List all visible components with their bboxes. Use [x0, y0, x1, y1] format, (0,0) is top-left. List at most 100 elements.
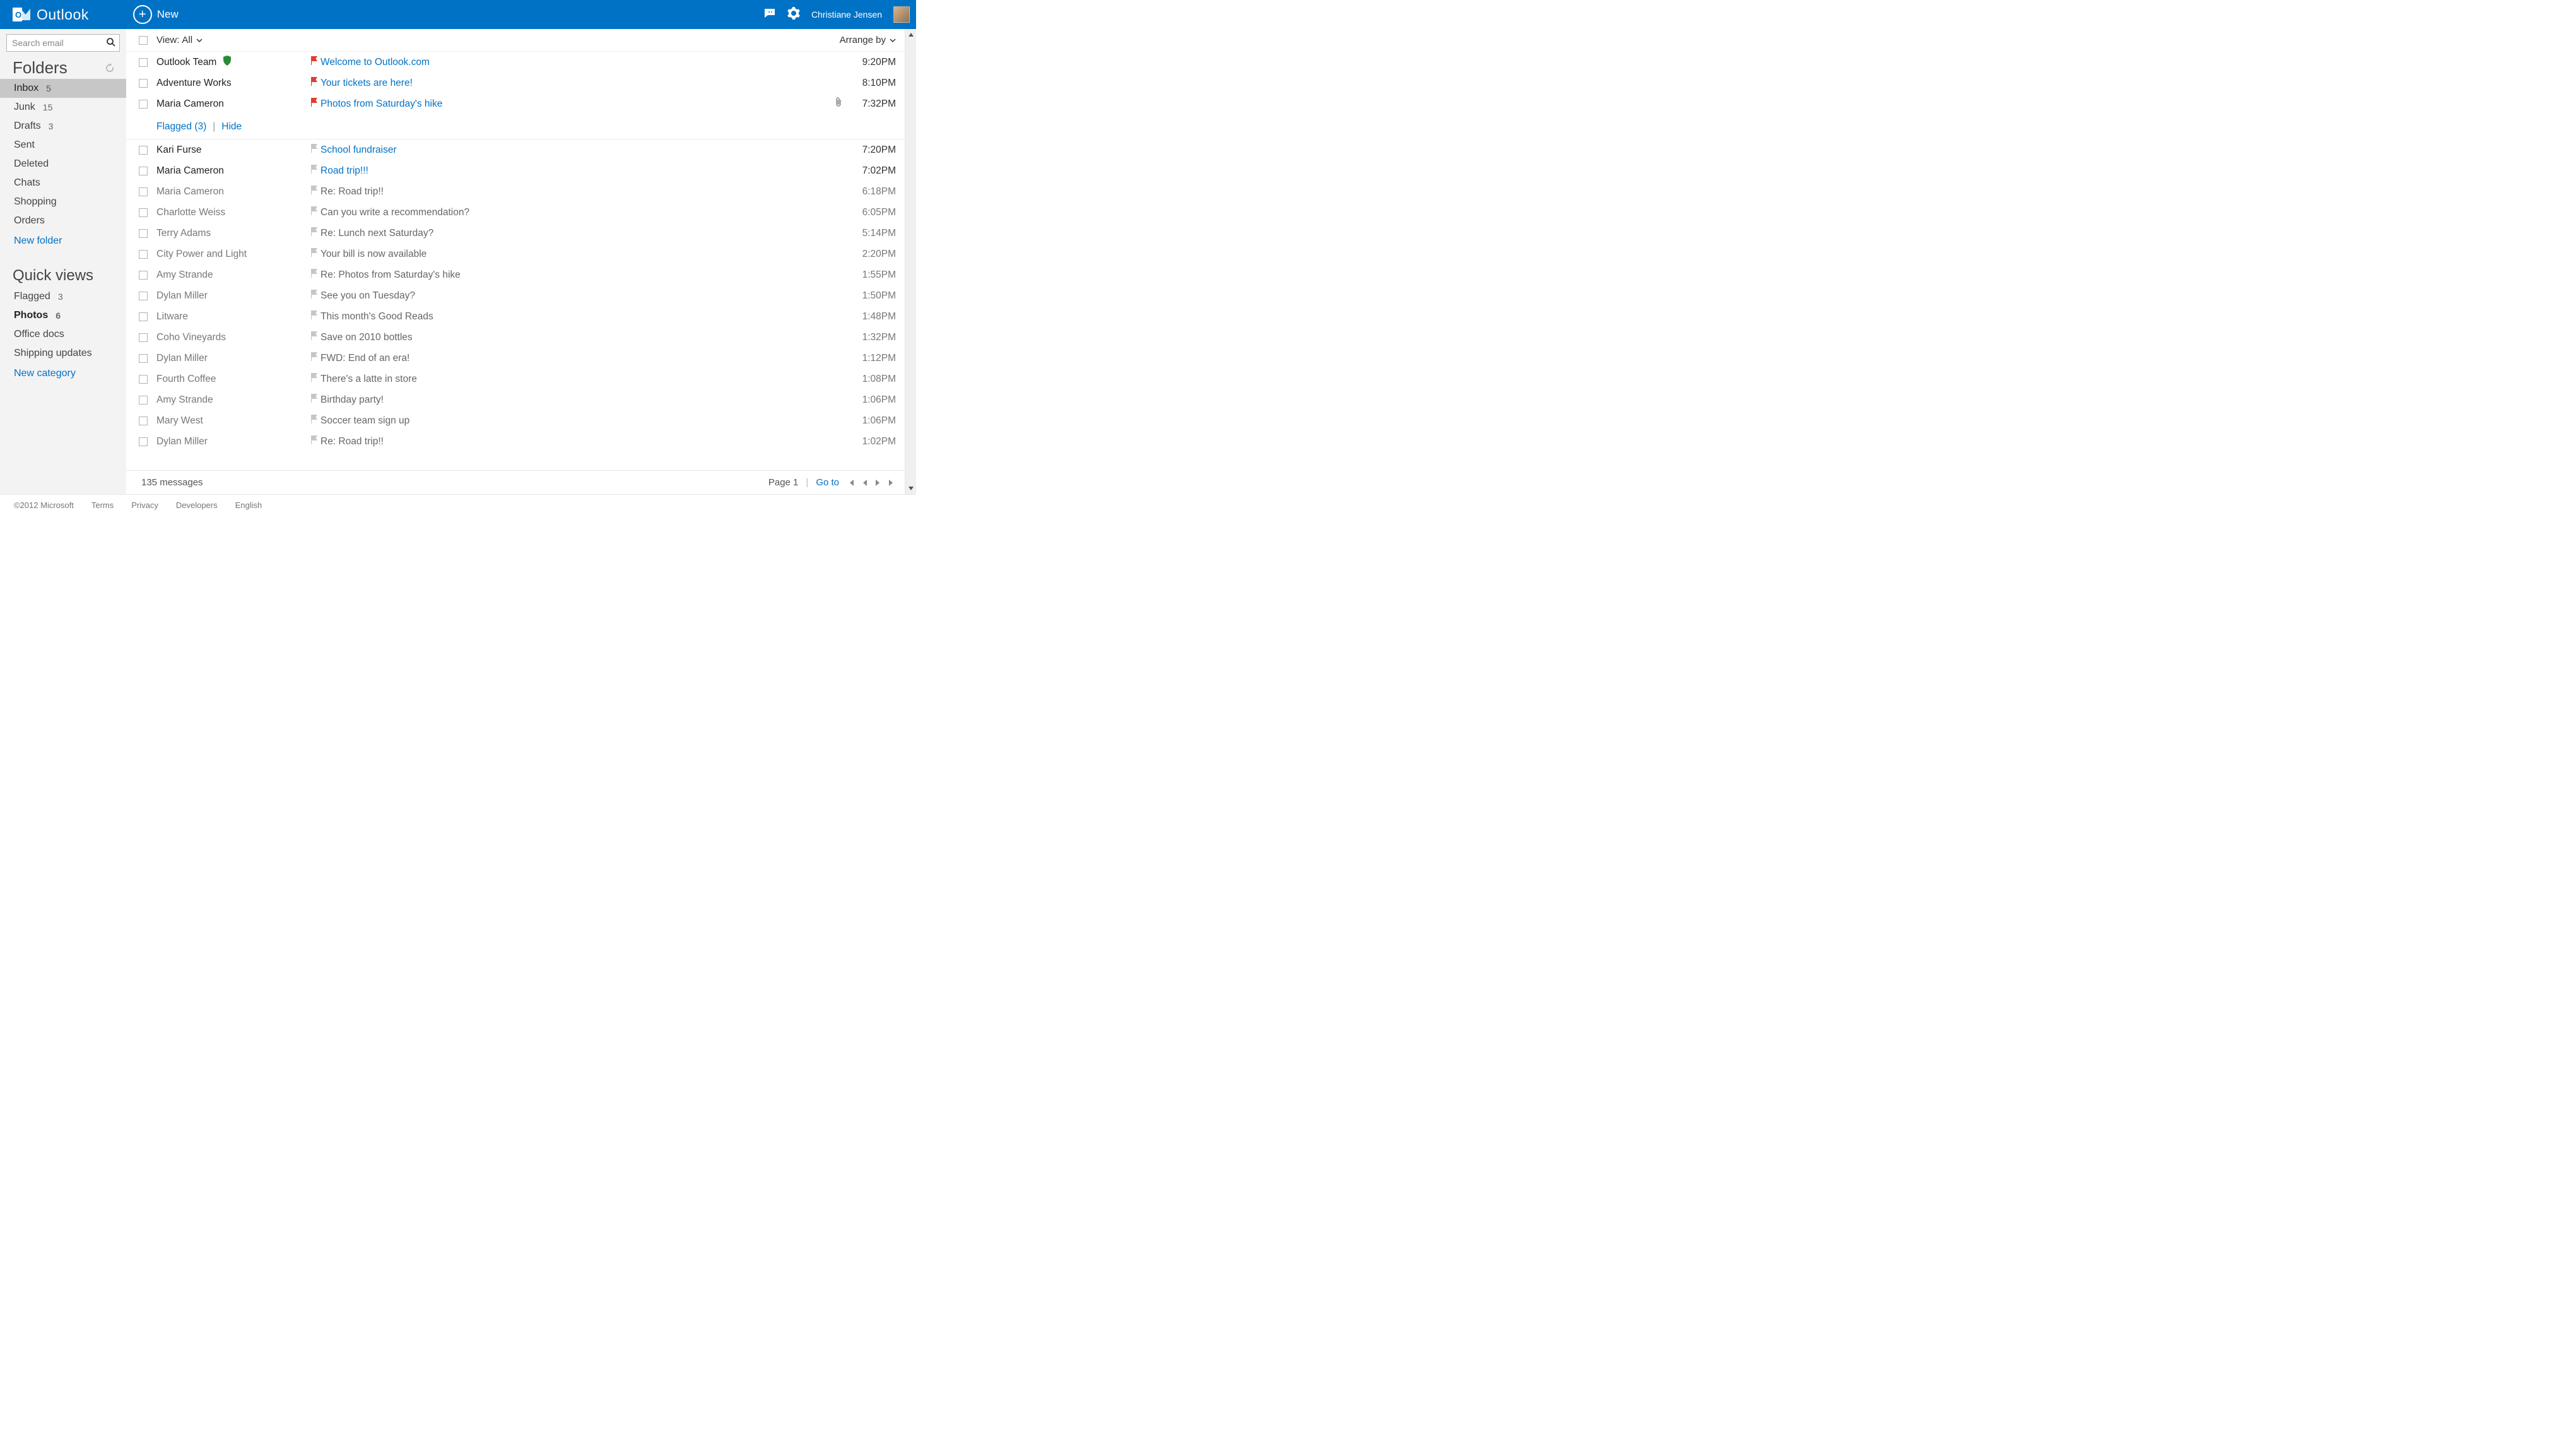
- message-checkbox[interactable]: [139, 312, 148, 321]
- flag-icon[interactable]: [310, 269, 318, 278]
- flag-icon[interactable]: [310, 310, 318, 319]
- gear-icon[interactable]: [787, 7, 800, 22]
- message-checkbox[interactable]: [139, 187, 148, 196]
- search-input[interactable]: [6, 34, 120, 52]
- message-flag[interactable]: [308, 415, 321, 427]
- message-checkbox[interactable]: [139, 292, 148, 300]
- flag-icon[interactable]: [310, 331, 318, 340]
- message-checkbox[interactable]: [139, 250, 148, 259]
- search-box[interactable]: [6, 34, 120, 52]
- message-checkbox[interactable]: [139, 167, 148, 175]
- message-checkbox[interactable]: [139, 229, 148, 238]
- flag-icon[interactable]: [310, 352, 318, 361]
- message-flag[interactable]: [308, 248, 321, 260]
- folder-item-orders[interactable]: Orders: [0, 211, 126, 230]
- scroll-up-icon[interactable]: [908, 32, 914, 38]
- message-flag[interactable]: [308, 144, 321, 156]
- new-folder-link[interactable]: New folder: [0, 230, 126, 252]
- folder-item-shopping[interactable]: Shopping: [0, 192, 126, 211]
- message-flag[interactable]: [308, 394, 321, 406]
- message-flag[interactable]: [308, 269, 321, 281]
- message-row[interactable]: Maria CameronRoad trip!!!7:02PM: [126, 160, 905, 181]
- refresh-icon[interactable]: [105, 63, 115, 73]
- message-checkbox[interactable]: [139, 417, 148, 425]
- message-flag[interactable]: [308, 310, 321, 322]
- message-flag[interactable]: [308, 77, 321, 89]
- message-checkbox[interactable]: [139, 100, 148, 109]
- message-flag[interactable]: [308, 352, 321, 364]
- message-row[interactable]: Maria CameronPhotos from Saturday's hike…: [126, 93, 905, 114]
- flag-icon[interactable]: [310, 186, 318, 194]
- footer-terms[interactable]: Terms: [91, 500, 114, 510]
- message-checkbox[interactable]: [139, 271, 148, 280]
- message-checkbox[interactable]: [139, 396, 148, 405]
- message-checkbox[interactable]: [139, 146, 148, 155]
- flag-icon[interactable]: [310, 373, 318, 382]
- message-row[interactable]: Amy StrandeBirthday party!1:06PM: [126, 389, 905, 410]
- folder-item-inbox[interactable]: Inbox5: [0, 79, 126, 98]
- page-last-icon[interactable]: [887, 478, 896, 487]
- page-next-icon[interactable]: [874, 478, 881, 487]
- flagged-group-link[interactable]: Flagged (3): [156, 121, 206, 133]
- flag-icon[interactable]: [310, 248, 318, 257]
- flag-icon[interactable]: [310, 98, 318, 107]
- page-first-icon[interactable]: [847, 478, 856, 487]
- scroll-down-icon[interactable]: [908, 485, 914, 492]
- message-row[interactable]: Charlotte WeissCan you write a recommend…: [126, 202, 905, 223]
- message-checkbox[interactable]: [139, 79, 148, 88]
- message-flag[interactable]: [308, 290, 321, 302]
- page-prev-icon[interactable]: [862, 478, 868, 487]
- view-filter[interactable]: All: [182, 35, 203, 45]
- hide-group-link[interactable]: Hide: [221, 121, 242, 133]
- message-checkbox[interactable]: [139, 208, 148, 217]
- flag-icon[interactable]: [310, 165, 318, 174]
- flag-icon[interactable]: [310, 56, 318, 65]
- avatar[interactable]: [893, 6, 910, 23]
- select-all-checkbox[interactable]: [139, 36, 148, 45]
- message-row[interactable]: Dylan MillerFWD: End of an era!1:12PM: [126, 348, 905, 369]
- quickview-item-shipping-updates[interactable]: Shipping updates: [0, 344, 126, 363]
- arrange-by[interactable]: Arrange by: [840, 35, 896, 45]
- flag-icon[interactable]: [310, 227, 318, 236]
- flag-icon[interactable]: [310, 394, 318, 403]
- message-row[interactable]: Maria CameronRe: Road trip!!6:18PM: [126, 181, 905, 202]
- logo[interactable]: O Outlook: [13, 6, 89, 23]
- message-flag[interactable]: [308, 373, 321, 385]
- quickview-item-flagged[interactable]: Flagged3: [0, 287, 126, 306]
- message-row[interactable]: Dylan MillerRe: Road trip!!1:02PM: [126, 431, 905, 452]
- message-flag[interactable]: [308, 227, 321, 239]
- new-button[interactable]: + New: [133, 5, 179, 24]
- folder-item-junk[interactable]: Junk15: [0, 98, 126, 117]
- flag-icon[interactable]: [310, 144, 318, 153]
- message-checkbox[interactable]: [139, 437, 148, 446]
- message-row[interactable]: Kari FurseSchool fundraiser7:20PM: [126, 139, 905, 160]
- message-checkbox[interactable]: [139, 375, 148, 384]
- message-row[interactable]: Coho VineyardsSave on 2010 bottles1:32PM: [126, 327, 905, 348]
- message-row[interactable]: Amy StrandeRe: Photos from Saturday's hi…: [126, 264, 905, 285]
- message-checkbox[interactable]: [139, 58, 148, 67]
- quickview-item-photos[interactable]: Photos6: [0, 306, 126, 325]
- flag-icon[interactable]: [310, 415, 318, 423]
- message-checkbox[interactable]: [139, 354, 148, 363]
- flag-icon[interactable]: [310, 206, 318, 215]
- message-row[interactable]: Mary WestSoccer team sign up1:06PM: [126, 410, 905, 431]
- message-row[interactable]: Adventure WorksYour tickets are here!8:1…: [126, 73, 905, 93]
- folder-item-chats[interactable]: Chats: [0, 174, 126, 192]
- user-name[interactable]: Christiane Jensen: [811, 9, 882, 20]
- message-row[interactable]: Fourth CoffeeThere's a latte in store1:0…: [126, 369, 905, 389]
- folder-item-drafts[interactable]: Drafts3: [0, 117, 126, 136]
- message-row[interactable]: City Power and LightYour bill is now ava…: [126, 244, 905, 264]
- quickview-item-office-docs[interactable]: Office docs: [0, 325, 126, 344]
- message-list[interactable]: Outlook TeamWelcome to Outlook.com9:20PM…: [126, 52, 905, 470]
- footer-language[interactable]: English: [235, 500, 262, 510]
- message-row[interactable]: Dylan MillerSee you on Tuesday?1:50PM: [126, 285, 905, 306]
- message-flag[interactable]: [308, 435, 321, 447]
- chat-icon[interactable]: [763, 7, 776, 22]
- flag-icon[interactable]: [310, 290, 318, 299]
- message-flag[interactable]: [308, 98, 321, 110]
- message-flag[interactable]: [308, 165, 321, 177]
- flag-icon[interactable]: [310, 77, 318, 86]
- message-flag[interactable]: [308, 331, 321, 343]
- message-flag[interactable]: [308, 56, 321, 68]
- footer-developers[interactable]: Developers: [176, 500, 218, 510]
